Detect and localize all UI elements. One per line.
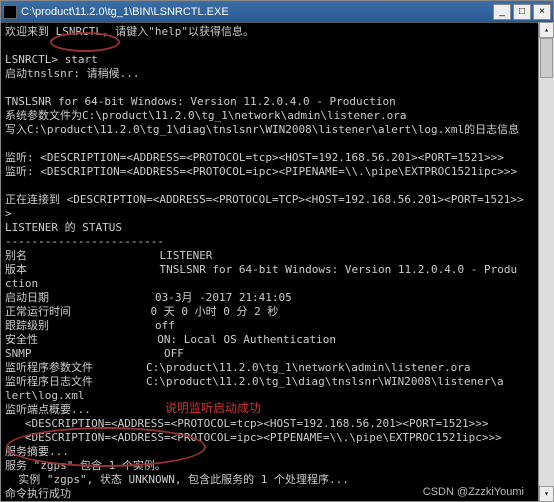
- endpoints-header: 监听端点概要...: [5, 403, 91, 416]
- log-file-line: 写入C:\product\11.2.0\tg_1\diag\tnslsnr\WI…: [5, 123, 519, 136]
- kv-version: 版本 TNSLSNR for 64-bit Windows: Version 1…: [5, 263, 517, 276]
- connecting-arrow: >: [5, 207, 12, 220]
- annotation-text: 说明监听启动成功: [165, 399, 261, 416]
- kv-paramfile: 监听程序参数文件 C:\product\11.2.0\tg_1\network\…: [5, 361, 471, 374]
- titlebar: C:\product\11.2.0\tg_1\BIN\LSNRCTL.EXE _…: [1, 1, 553, 23]
- kv-alias: 别名 LISTENER: [5, 249, 212, 262]
- close-button[interactable]: ×: [533, 4, 551, 20]
- watermark: CSDN @ZzzkiYoumi: [423, 486, 524, 498]
- success-line: 命令执行成功: [5, 487, 71, 500]
- param-file-line: 系统参数文件为C:\product\11.2.0\tg_1\network\ad…: [5, 109, 407, 122]
- welcome-line: 欢迎来到 LSNRCTL, 请键入"help"以获得信息。: [5, 25, 254, 38]
- endpoint-1: <DESCRIPTION=<ADDRESS=<PROTOCOL=tcp><HOS…: [25, 417, 489, 430]
- window-title: C:\product\11.2.0\tg_1\BIN\LSNRCTL.EXE: [21, 6, 493, 18]
- command-start: start: [65, 53, 98, 66]
- listen-line-2: 监听: <DESCRIPTION=<ADDRESS=<PROTOCOL=ipc>…: [5, 165, 517, 178]
- kv-trace: 跟踪级别 off: [5, 319, 175, 332]
- service-line: 服务 "zgps" 包含 1 个实例。: [5, 459, 166, 472]
- service-header: 服务摘要...: [5, 445, 69, 458]
- kv-security: 安全性 ON: Local OS Authentication: [5, 333, 336, 346]
- kv-ction: ction: [5, 277, 38, 290]
- listen-line-1: 监听: <DESCRIPTION=<ADDRESS=<PROTOCOL=tcp>…: [5, 151, 504, 164]
- kv-snmp: SNMP OFF: [5, 347, 184, 360]
- terminal-output[interactable]: 欢迎来到 LSNRCTL, 请键入"help"以获得信息。 LSNRCTL> s…: [1, 23, 553, 501]
- app-icon: [3, 5, 17, 19]
- instance-line: 实例 "zgps", 状态 UNKNOWN, 包含此服务的 1 个处理程序...: [18, 473, 349, 486]
- maximize-button[interactable]: □: [513, 4, 531, 20]
- connecting-line: 正在连接到 <DESCRIPTION=<ADDRESS=<PROTOCOL=TC…: [5, 193, 524, 206]
- separator: ------------------------: [5, 235, 164, 248]
- prompt-line: LSNRCTL> start: [5, 53, 98, 66]
- scroll-up-button[interactable]: ▴: [539, 22, 554, 38]
- scroll-down-button[interactable]: ▾: [539, 486, 554, 502]
- minimize-button[interactable]: _: [493, 4, 511, 20]
- endpoint-2: <DESCRIPTION=<ADDRESS=<PROTOCOL=ipc><PIP…: [25, 431, 502, 444]
- kv-logfile: 监听程序日志文件 C:\product\11.2.0\tg_1\diag\tns…: [5, 375, 504, 388]
- kv-uptime: 正常运行时间 0 天 0 小时 0 分 2 秒: [5, 305, 278, 318]
- startup-line: 启动tnslsnr: 请稍候...: [5, 67, 139, 80]
- kv-startdate: 启动日期 03-3月 -2017 21:41:05: [5, 291, 292, 304]
- vertical-scrollbar[interactable]: ▴ ▾: [538, 22, 554, 502]
- kv-logfile-2: lert\log.xml: [5, 389, 84, 402]
- scroll-thumb[interactable]: [540, 38, 553, 78]
- version-line: TNSLSNR for 64-bit Windows: Version 11.2…: [5, 95, 396, 108]
- status-header: LISTENER 的 STATUS: [5, 221, 122, 234]
- prompt: LSNRCTL>: [5, 53, 58, 66]
